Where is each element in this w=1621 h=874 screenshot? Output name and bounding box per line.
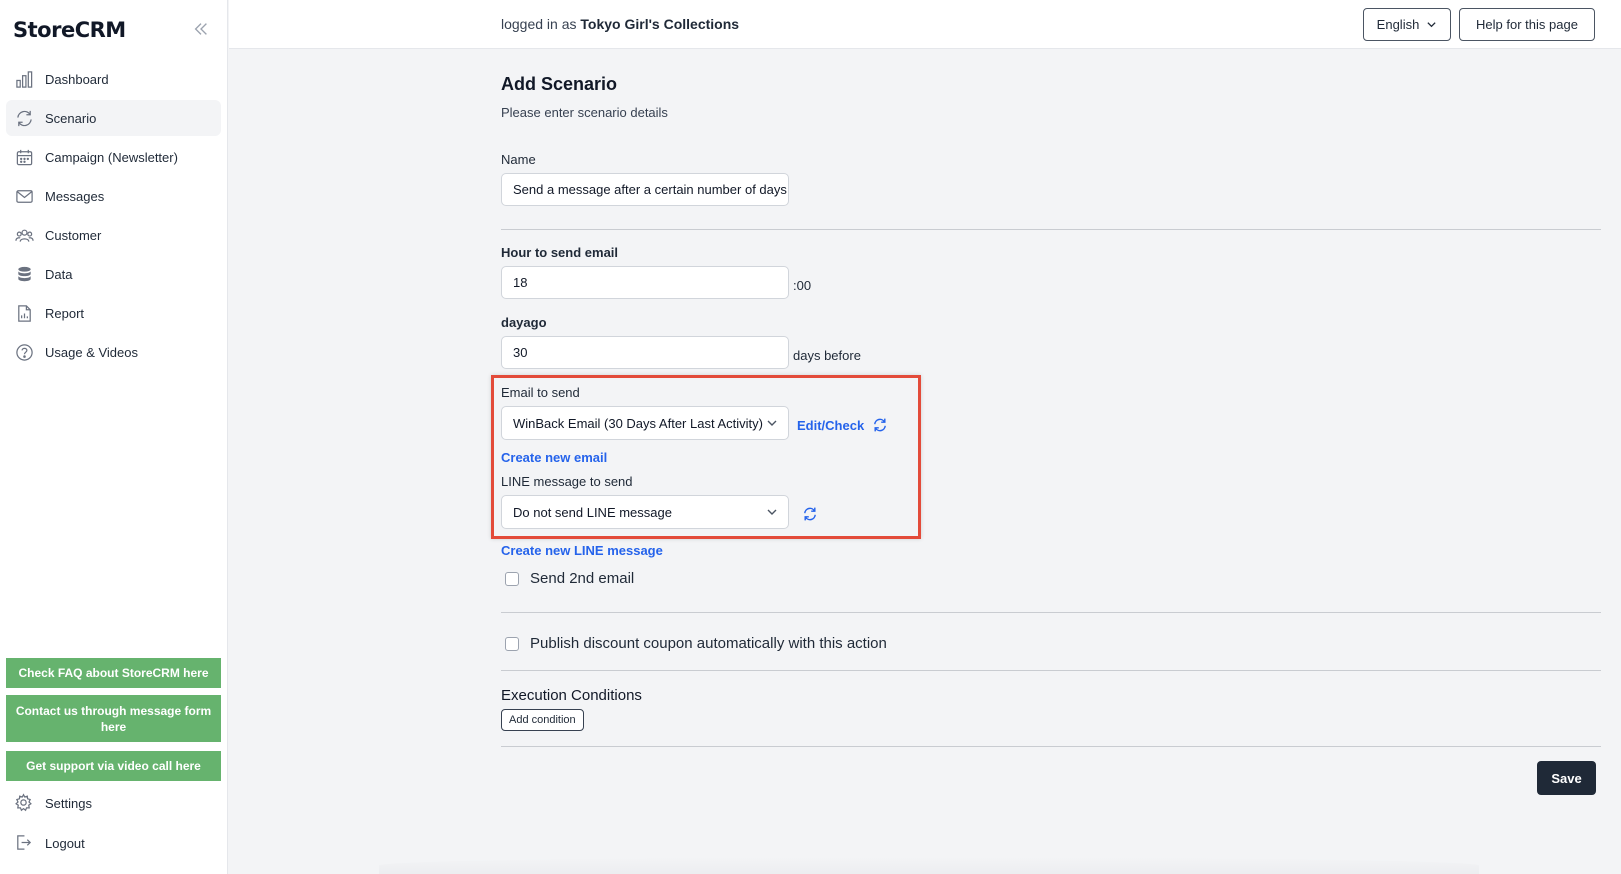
send-second-email-label: Send 2nd email (530, 570, 635, 587)
name-input[interactable]: Send a message after a certain number of… (501, 173, 789, 206)
video-call-support-button[interactable]: Get support via video call here (6, 751, 221, 781)
sidebar-item-label: Messages (45, 188, 105, 204)
chevron-down-icon (767, 509, 777, 515)
line-message-select[interactable]: Do not send LINE message (501, 495, 789, 529)
name-label: Name (501, 152, 536, 167)
divider (501, 746, 1601, 747)
send-second-email-row[interactable]: Send 2nd email (505, 570, 634, 587)
hour-input[interactable]: 18 (501, 266, 789, 299)
collapse-sidebar-icon[interactable] (192, 20, 210, 38)
edit-check-link[interactable]: Edit/Check (797, 418, 864, 433)
dayago-suffix: days before (793, 348, 861, 363)
sidebar-item-label: Data (45, 266, 73, 282)
sidebar-item-label: Customer (45, 227, 102, 243)
sidebar-item-label: Dashboard (45, 71, 109, 87)
help-button[interactable]: Help for this page (1459, 8, 1595, 41)
refresh-line-icon[interactable] (802, 506, 818, 522)
page-subtitle: Please enter scenario details (501, 105, 668, 120)
logout-link[interactable]: Logout (14, 833, 85, 853)
gear-icon (14, 793, 34, 813)
email-to-send-label: Email to send (501, 385, 580, 400)
users-icon (14, 225, 34, 245)
main-content: Add Scenario Please enter scenario detai… (229, 49, 1621, 874)
divider (501, 670, 1601, 671)
sidebar-item-label: Scenario (45, 110, 97, 126)
sidebar-item-dashboard[interactable]: Dashboard (6, 61, 221, 97)
app-logo[interactable]: StoreCRM (13, 18, 126, 42)
sidebar-item-label: Report (45, 305, 85, 321)
refresh-cycle-icon (14, 108, 34, 128)
publish-coupon-checkbox[interactable] (505, 636, 519, 651)
send-second-email-checkbox[interactable] (505, 571, 519, 586)
chevron-down-icon (767, 420, 777, 426)
add-condition-button[interactable]: Add condition (501, 709, 584, 731)
sidebar-item-report[interactable]: Report (6, 295, 221, 331)
calendar-icon (14, 147, 34, 167)
create-new-line-message-link[interactable]: Create new LINE message (501, 543, 663, 558)
divider (501, 612, 1601, 613)
logged-in-prefix: logged in as (501, 16, 577, 32)
sidebar-item-label: Usage & Videos (45, 344, 138, 360)
chevron-down-icon (1427, 22, 1436, 28)
hour-suffix: :00 (793, 278, 812, 293)
dayago-label: dayago (501, 315, 547, 330)
page-title: Add Scenario (501, 74, 618, 94)
sidebar-item-scenario[interactable]: Scenario (6, 100, 221, 136)
database-icon (14, 264, 34, 284)
contact-form-button[interactable]: Contact us through message form here (6, 695, 221, 742)
save-button[interactable]: Save (1537, 761, 1596, 795)
publish-coupon-label: Publish discount coupon automatically wi… (530, 635, 887, 652)
email-select-value: WinBack Email (30 Days After Last Activi… (513, 415, 763, 431)
line-message-label: LINE message to send (501, 474, 633, 489)
refresh-email-icon[interactable] (872, 417, 888, 433)
question-circle-icon (14, 342, 34, 362)
logout-icon (14, 833, 34, 853)
logout-label: Logout (45, 835, 85, 851)
sidebar-nav: Dashboard Scenario Campaign (Newsletter)… (6, 61, 221, 373)
hour-label: Hour to send email (501, 245, 619, 260)
language-select[interactable]: English (1363, 8, 1451, 41)
sidebar-item-label: Campaign (Newsletter) (45, 149, 178, 165)
sidebar: StoreCRM Dashboard Scenario Campaign (Ne… (0, 0, 228, 874)
store-name: Tokyo Girl's Collections (580, 16, 740, 32)
sidebar-item-data[interactable]: Data (6, 256, 221, 292)
create-new-email-link[interactable]: Create new email (501, 450, 607, 465)
email-select[interactable]: WinBack Email (30 Days After Last Activi… (501, 406, 789, 440)
sidebar-item-customer[interactable]: Customer (6, 217, 221, 253)
top-header: logged in as Tokyo Girl's Collections En… (229, 0, 1621, 49)
sidebar-item-messages[interactable]: Messages (6, 178, 221, 214)
faq-button[interactable]: Check FAQ about StoreCRM here (6, 658, 221, 688)
divider (501, 229, 1601, 230)
logged-in-status: logged in as Tokyo Girl's Collections (501, 16, 739, 32)
document-chart-icon (14, 303, 34, 323)
sidebar-item-campaign[interactable]: Campaign (Newsletter) (6, 139, 221, 175)
envelope-icon (14, 186, 34, 206)
sidebar-item-usage-videos[interactable]: Usage & Videos (6, 334, 221, 370)
settings-link[interactable]: Settings (14, 793, 92, 813)
line-select-value: Do not send LINE message (513, 504, 672, 520)
publish-coupon-row[interactable]: Publish discount coupon automatically wi… (505, 635, 887, 652)
dayago-input[interactable]: 30 (501, 336, 789, 369)
bar-chart-icon (14, 69, 34, 89)
execution-conditions-title: Execution Conditions (501, 687, 642, 704)
settings-label: Settings (45, 795, 92, 811)
scroll-shadow (379, 857, 1479, 874)
language-label: English (1376, 17, 1420, 32)
